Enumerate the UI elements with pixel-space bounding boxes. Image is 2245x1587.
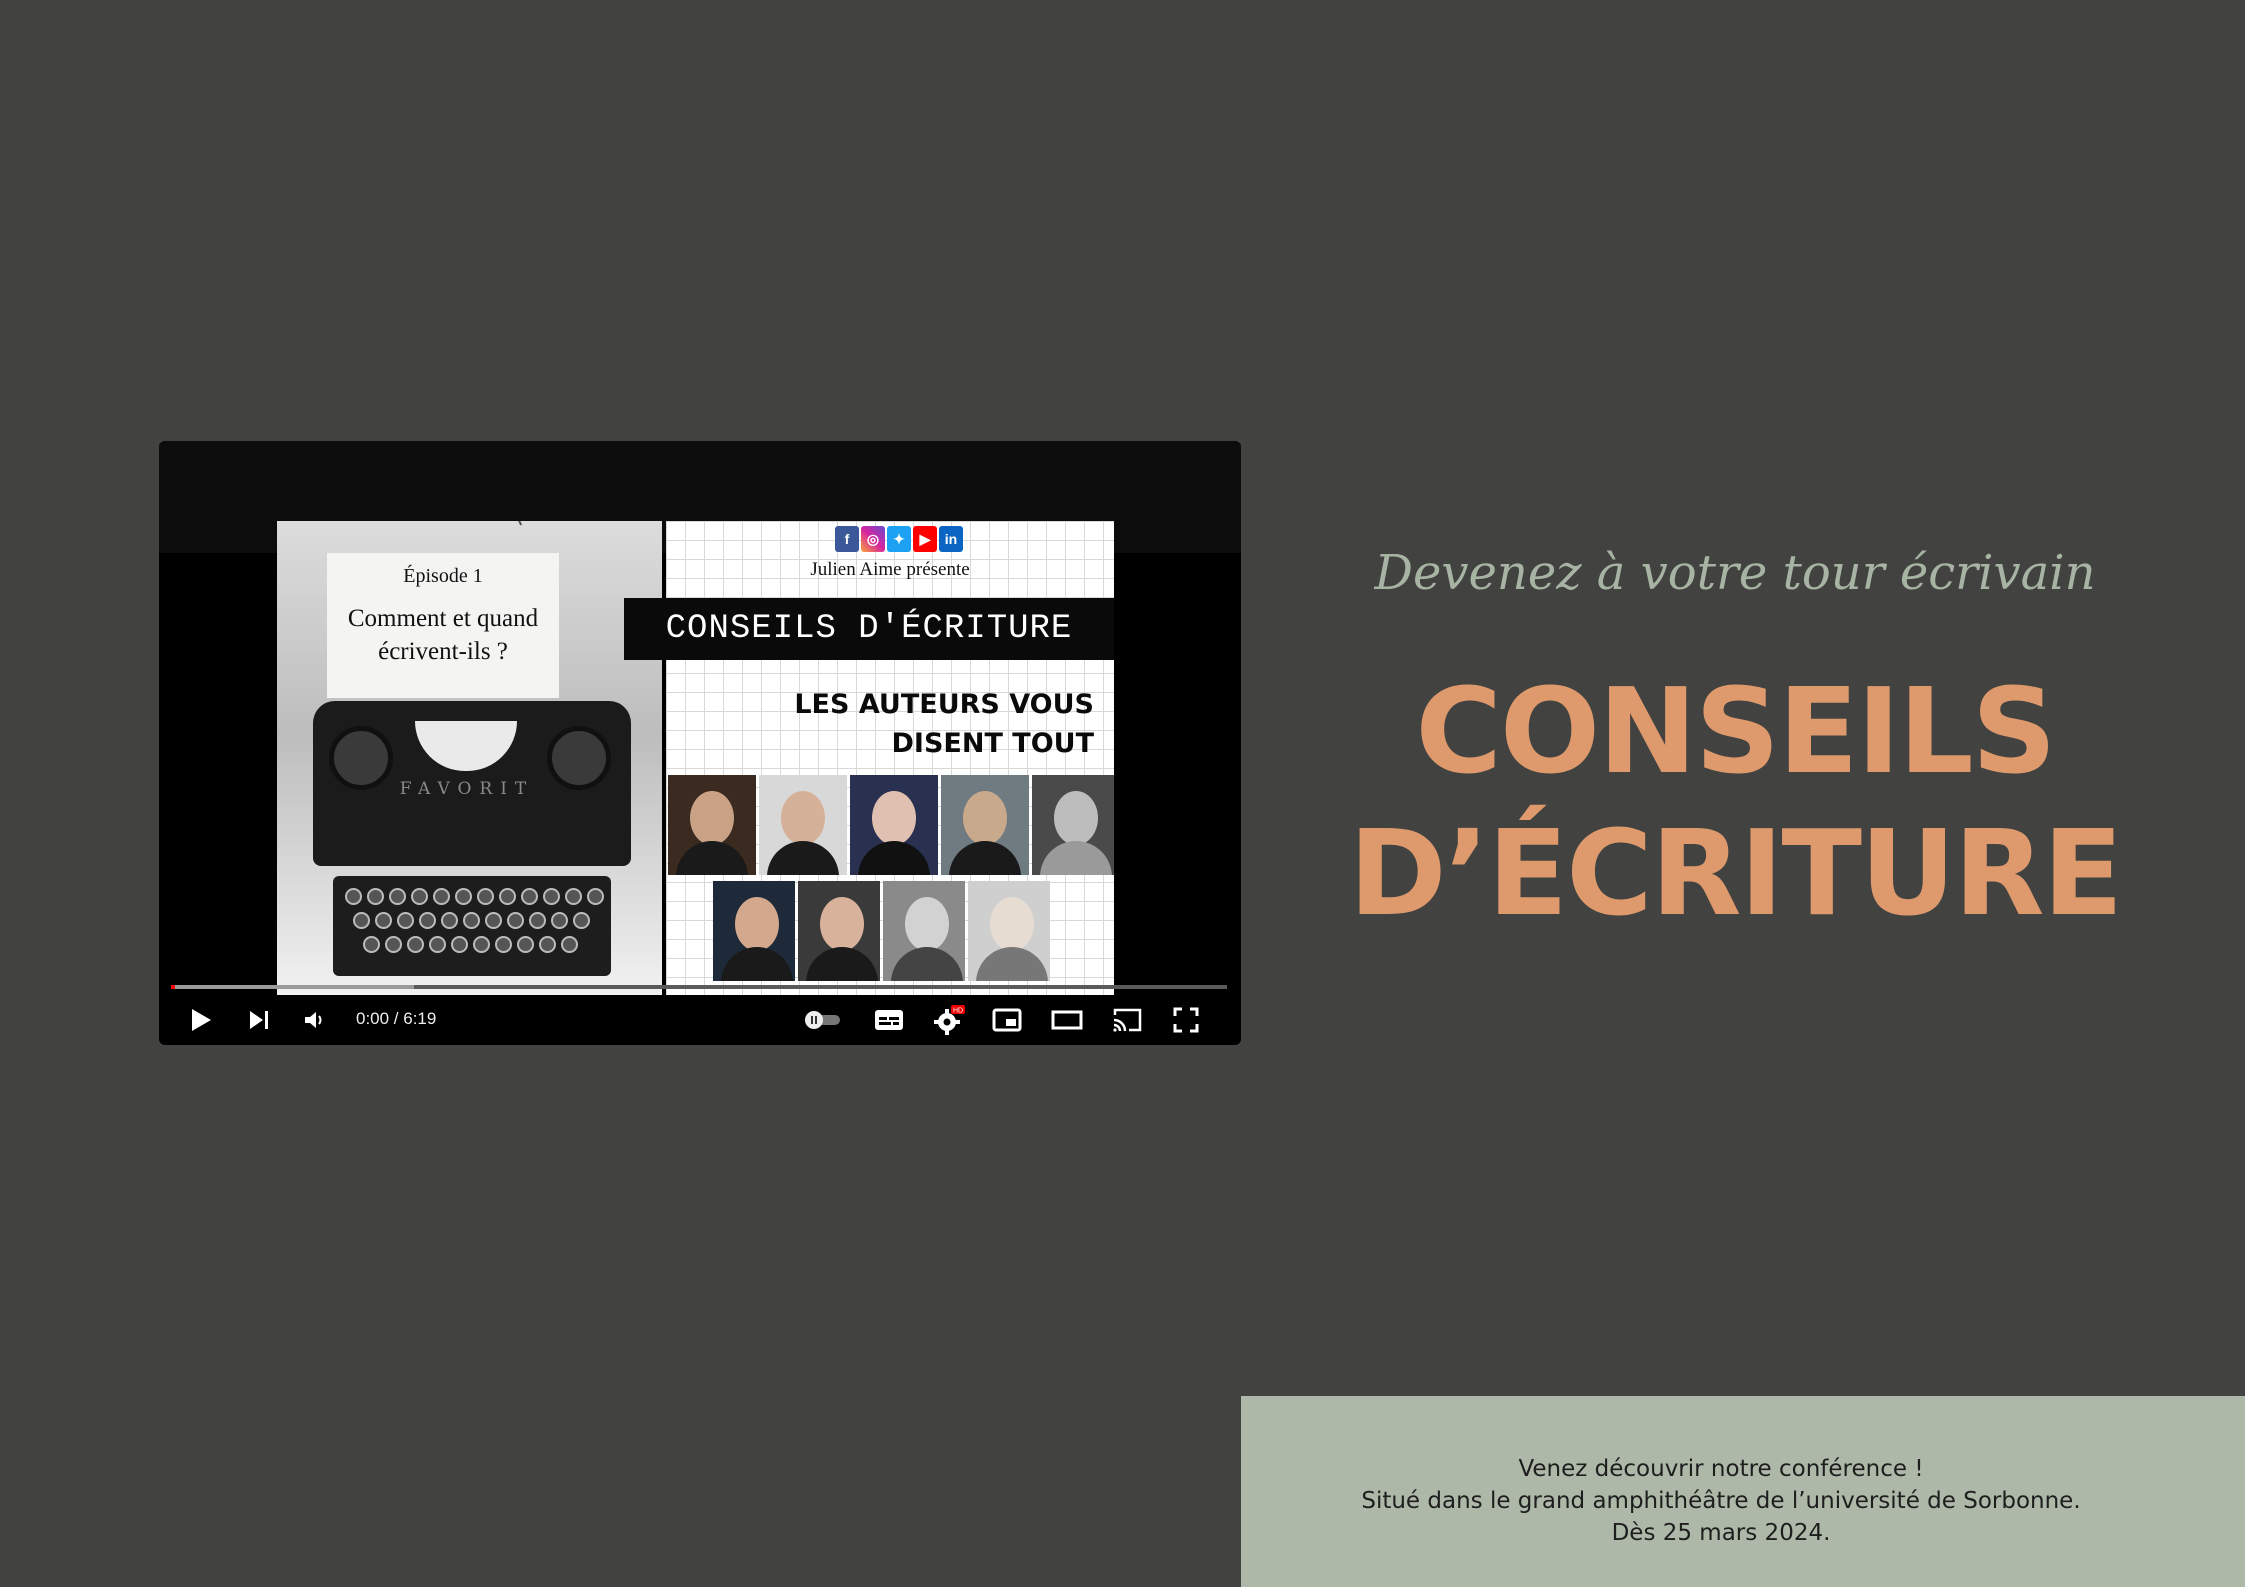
instagram-icon: ◎ — [861, 526, 885, 552]
info-line-1: Venez découvrir notre conférence ! — [1518, 1456, 1924, 1482]
svg-text:HD: HD — [953, 1008, 963, 1015]
typewriter-brand: FAVORIT — [399, 779, 535, 799]
thumbnail-banner: CONSEILS D'ÉCRITURE — [624, 598, 1114, 660]
author-photo — [713, 881, 795, 981]
social-icons: f ◎ ✦ ▶ in — [835, 526, 963, 552]
paper-arm — [480, 521, 523, 526]
author-photo — [759, 775, 847, 875]
linkedin-icon: in — [939, 526, 963, 552]
video-player[interactable]: Épisode 1 Comment et quand écrivent-ils … — [159, 441, 1241, 1045]
paper-sheet: Épisode 1 Comment et quand écrivent-ils … — [327, 553, 559, 698]
typewriter-photo: Épisode 1 Comment et quand écrivent-ils … — [277, 521, 662, 995]
facebook-icon: f — [835, 526, 859, 552]
next-icon[interactable] — [239, 999, 279, 1041]
volume-icon[interactable] — [294, 999, 334, 1041]
author-photo — [883, 881, 965, 981]
author-photo — [850, 775, 938, 875]
author-photo — [798, 881, 880, 981]
hero-title-line2: D’ÉCRITURE — [1348, 804, 2124, 942]
youtube-icon: ▶ — [913, 526, 937, 552]
thumbnail-tagline: LES AUTEURS VOUS DISENT TOUT — [794, 689, 1094, 759]
video-thumbnail[interactable]: Épisode 1 Comment et quand écrivent-ils … — [277, 521, 1114, 995]
player-controls: 0:00 / 6:19 HD — [159, 999, 1241, 1041]
twitter-icon: ✦ — [887, 526, 911, 552]
subtitles-icon[interactable] — [867, 999, 911, 1041]
author-photo — [1032, 775, 1114, 875]
video-timestamp: 0:00 / 6:19 — [356, 1009, 437, 1028]
presenter-text: Julien Aime présente — [810, 559, 970, 580]
author-photo — [968, 881, 1050, 981]
settings-icon[interactable]: HD — [927, 999, 971, 1041]
progress-loaded — [171, 985, 414, 989]
hero-title-line1: CONSEILS — [1415, 662, 2056, 800]
progress-played — [171, 985, 175, 989]
episode-question: Comment et quand écrivent-ils ? — [347, 605, 539, 665]
author-photos-row2 — [713, 881, 1050, 981]
author-photos-row1 — [668, 775, 1114, 875]
autoplay-toggle[interactable] — [801, 999, 845, 1041]
author-photo — [668, 775, 756, 875]
miniplayer-icon[interactable] — [985, 999, 1029, 1041]
fullscreen-icon[interactable] — [1164, 999, 1208, 1041]
typewriter-keyboard — [333, 876, 611, 976]
cast-icon[interactable] — [1105, 999, 1149, 1041]
info-line-3: Dès 25 mars 2024. — [1611, 1520, 1831, 1546]
hero-title: CONSEILS D’ÉCRITURE — [1305, 660, 2165, 944]
author-photo — [941, 775, 1029, 875]
play-icon[interactable] — [181, 999, 221, 1041]
video-progress-bar[interactable] — [171, 985, 1227, 989]
hero-kicker: Devenez à votre tour écrivain — [1374, 545, 2096, 601]
info-line-2: Situé dans le grand amphithéâtre de l’un… — [1361, 1488, 2081, 1514]
theater-icon[interactable] — [1045, 999, 1089, 1041]
info-panel: Venez découvrir notre conférence ! Situé… — [1241, 1396, 2245, 1587]
thumbnail-grid-panel: f ◎ ✦ ▶ in Julien Aime présente CONSEILS… — [624, 521, 1114, 995]
episode-label: Épisode 1 — [403, 565, 483, 587]
